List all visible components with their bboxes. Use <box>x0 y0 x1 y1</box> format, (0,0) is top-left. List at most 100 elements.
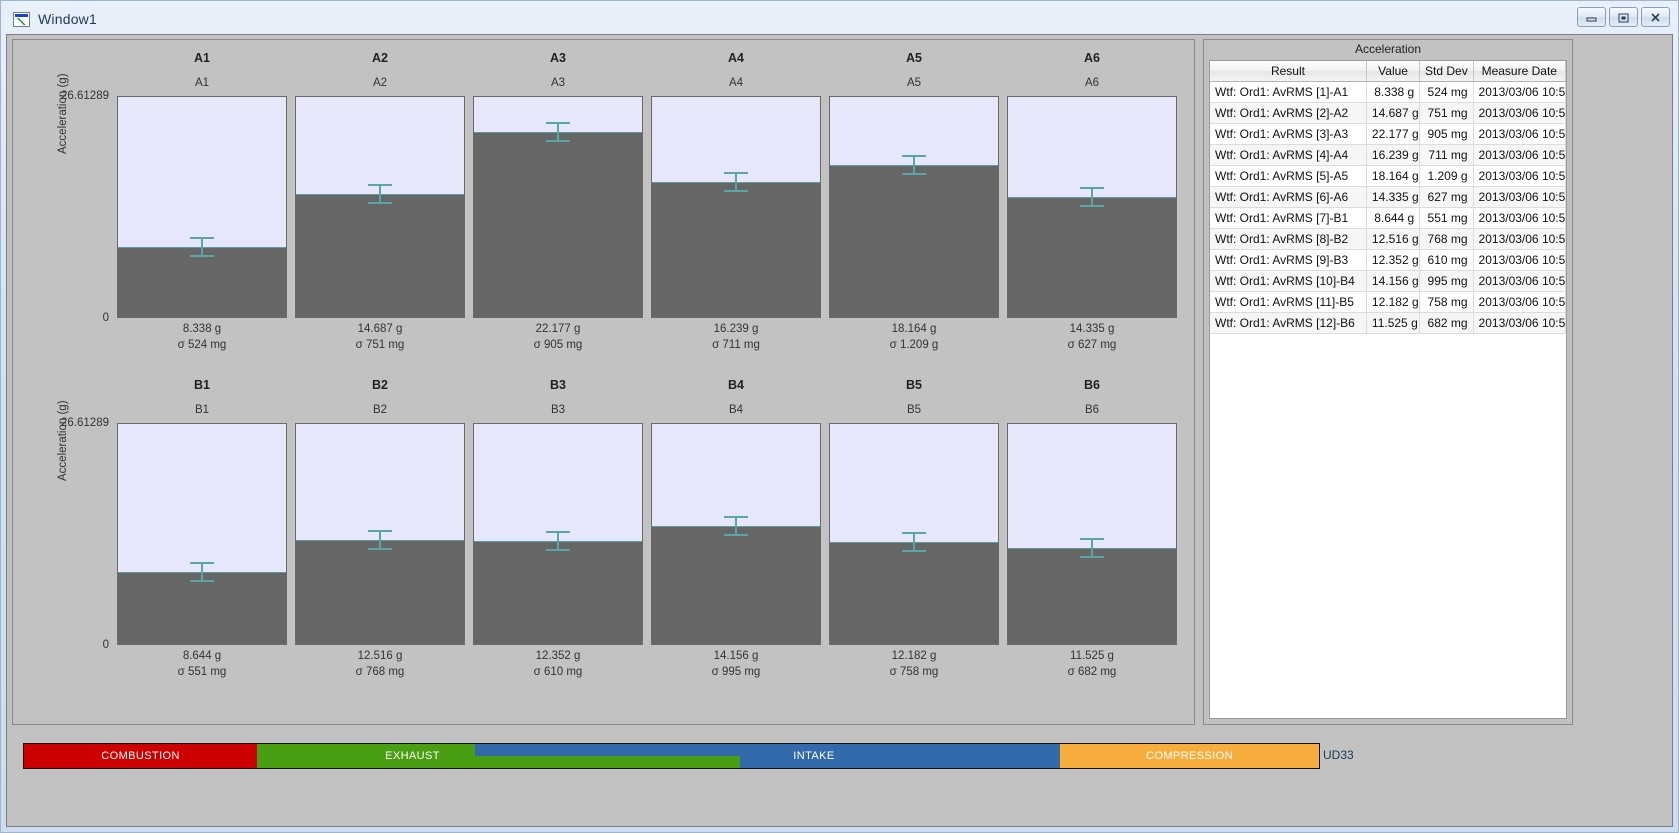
phase-segment-exhaust[interactable]: EXHAUST <box>257 744 568 768</box>
cell-value: 8.644 g <box>1366 207 1421 229</box>
title-bar[interactable]: Window1 <box>1 1 1678 37</box>
gauge-subtitle: A1 <box>194 77 210 89</box>
close-button[interactable] <box>1641 7 1670 27</box>
gauge-error-bar <box>724 516 748 536</box>
gauge-value-label: 8.644 g <box>182 650 222 662</box>
phase-segment-label: COMPRESSION <box>1146 750 1233 762</box>
gauge-a3[interactable]: A3 A3 22.177 g σ 905 mg <box>469 44 647 364</box>
gauge-bar-fill <box>830 165 998 317</box>
gauge-value-label: 22.177 g <box>535 323 581 335</box>
gauge-a4[interactable]: A4 A4 16.239 g σ 711 mg <box>647 44 825 364</box>
cell-result: Wtf: Ord1: AvRMS [6]-A6 <box>1210 186 1367 208</box>
gauge-a1[interactable]: A1 A1 8.338 g σ 524 mg <box>113 44 291 364</box>
gauge-b6[interactable]: B6 B6 11.525 g σ 682 mg <box>1003 371 1181 691</box>
column-header-measure-date[interactable]: Measure Date <box>1473 61 1566 82</box>
table-row[interactable]: Wtf: Ord1: AvRMS [11]-B5 12.182 g 758 mg 20… <box>1210 291 1566 313</box>
cell-std-dev: 551 mg <box>1419 207 1474 229</box>
gauge-plot-area[interactable] <box>651 96 821 318</box>
gauge-plot-area[interactable] <box>1007 423 1177 645</box>
gauge-error-bar <box>1080 538 1104 558</box>
cell-std-dev: 758 mg <box>1419 291 1474 313</box>
table-row[interactable]: Wtf: Ord1: AvRMS [9]-B3 12.352 g 610 mg 201… <box>1210 249 1566 271</box>
cell-std-dev: 711 mg <box>1419 144 1474 166</box>
cell-std-dev: 768 mg <box>1419 228 1474 250</box>
gauge-b2[interactable]: B2 B2 12.516 g σ 768 mg <box>291 371 469 691</box>
gauge-plot-area[interactable] <box>473 96 643 318</box>
phase-segment-compression[interactable]: COMPRESSION <box>1059 744 1319 768</box>
phase-segment-intake[interactable]: INTAKE <box>567 744 1060 768</box>
gauge-subtitle: A5 <box>906 77 922 89</box>
restore-icon <box>1618 13 1629 22</box>
column-header-result[interactable]: Result <box>1210 61 1367 82</box>
table-row[interactable]: Wtf: Ord1: AvRMS [12]-B6 11.525 g 682 mg 20… <box>1210 312 1566 334</box>
column-header-value[interactable]: Value <box>1366 61 1421 82</box>
phase-overlap-intake-upper <box>474 744 568 756</box>
gauge-row-b: 26.61289 0 Acceleration (g) B1 B1 8.644 g σ… <box>13 371 1194 691</box>
gauge-a2[interactable]: A2 A2 14.687 g σ 751 mg <box>291 44 469 364</box>
gauge-bar-fill <box>296 540 464 644</box>
table-row[interactable]: Wtf: Ord1: AvRMS [10]-B4 14.156 g 995 mg 20… <box>1210 270 1566 292</box>
table-row[interactable]: Wtf: Ord1: AvRMS [3]-A3 22.177 g 905 mg 201… <box>1210 123 1566 145</box>
y-axis-row-a: 26.61289 0 Acceleration (g) <box>13 44 113 364</box>
column-header-std-dev[interactable]: Std Dev <box>1419 61 1474 82</box>
gauge-plot-area[interactable] <box>473 423 643 645</box>
gauge-subtitle: A3 <box>550 77 566 89</box>
table-row[interactable]: Wtf: Ord1: AvRMS [7]-B1 8.644 g 551 mg 2013… <box>1210 207 1566 229</box>
gauge-b4[interactable]: B4 B4 14.156 g σ 995 mg <box>647 371 825 691</box>
cell-result: Wtf: Ord1: AvRMS [4]-A4 <box>1210 144 1367 166</box>
gauge-value-label: 12.516 g <box>357 650 403 662</box>
y-axis-title: Acceleration (g) <box>57 73 69 154</box>
gauge-b5[interactable]: B5 B5 12.182 g σ 758 mg <box>825 371 1003 691</box>
cell-value: 22.177 g <box>1366 123 1421 145</box>
gauge-error-bar <box>368 184 392 204</box>
table-row[interactable]: Wtf: Ord1: AvRMS [2]-A2 14.687 g 751 mg 201… <box>1210 102 1566 124</box>
gauge-plot-area[interactable] <box>295 423 465 645</box>
table-row[interactable]: Wtf: Ord1: AvRMS [1]-A1 8.338 g 524 mg 2013… <box>1210 81 1566 103</box>
results-grid-wrapper[interactable]: Result Value Std Dev Measure Date Wtf: O… <box>1209 60 1567 719</box>
cell-std-dev: 627 mg <box>1419 186 1474 208</box>
gauge-subtitle: A2 <box>372 77 388 89</box>
cell-value: 14.335 g <box>1366 186 1421 208</box>
cell-value: 11.525 g <box>1366 312 1421 334</box>
gauge-value-label: 12.352 g <box>535 650 581 662</box>
table-row[interactable]: Wtf: Ord1: AvRMS [5]-A5 18.164 g 1.209 g 20… <box>1210 165 1566 187</box>
gauge-sigma-label: σ 768 mg <box>355 666 405 678</box>
results-panel: Acceleration Result Value Std Dev Measur… <box>1203 39 1573 725</box>
chart-panel: 26.61289 0 Acceleration (g) A1 A1 8.338 g σ… <box>12 39 1195 725</box>
gauge-a5[interactable]: A5 A5 18.164 g σ 1.209 g <box>825 44 1003 364</box>
table-row[interactable]: Wtf: Ord1: AvRMS [8]-B2 12.516 g 768 mg 201… <box>1210 228 1566 250</box>
gauge-plot-area[interactable] <box>295 96 465 318</box>
phase-segment-combustion[interactable]: COMBUSTION <box>24 744 258 768</box>
cell-measure-date: 2013/03/06 10:55:47 <box>1473 102 1566 124</box>
y-axis-min-label: 0 <box>102 312 109 324</box>
gauge-plot-area[interactable] <box>117 423 287 645</box>
cell-measure-date: 2013/03/06 10:55:47 <box>1473 270 1566 292</box>
gauge-plot-area[interactable] <box>829 96 999 318</box>
gauge-a6[interactable]: A6 A6 14.335 g σ 627 mg <box>1003 44 1181 364</box>
table-row[interactable]: Wtf: Ord1: AvRMS [6]-A6 14.335 g 627 mg 201… <box>1210 186 1566 208</box>
gauge-title: A6 <box>1084 51 1100 65</box>
gauge-bar-fill <box>474 541 642 644</box>
cell-measure-date: 2013/03/06 10:55:47 <box>1473 291 1566 313</box>
cell-value: 8.338 g <box>1366 81 1421 103</box>
cell-result: Wtf: Ord1: AvRMS [10]-B4 <box>1210 270 1367 292</box>
gauge-b1[interactable]: B1 B1 8.644 g σ 551 mg <box>113 371 291 691</box>
gauge-b3[interactable]: B3 B3 12.352 g σ 610 mg <box>469 371 647 691</box>
cell-value: 12.516 g <box>1366 228 1421 250</box>
table-row[interactable]: Wtf: Ord1: AvRMS [4]-A4 16.239 g 711 mg 201… <box>1210 144 1566 166</box>
cell-std-dev: 524 mg <box>1419 81 1474 103</box>
gauge-plot-area[interactable] <box>117 96 287 318</box>
application-window: Window1 26.61289 0 Acceleration (g) A1 A… <box>0 0 1679 833</box>
gauge-sigma-label: σ 1.209 g <box>889 339 939 351</box>
gauge-error-bar <box>190 562 214 582</box>
gauge-error-bar <box>546 122 570 142</box>
cell-std-dev: 610 mg <box>1419 249 1474 271</box>
gauge-plot-area[interactable] <box>1007 96 1177 318</box>
phase-bar: COMBUSTION EXHAUST INTAKE COMPRESSION <box>23 743 1320 769</box>
gauge-plot-area[interactable] <box>651 423 821 645</box>
gauge-plot-area[interactable] <box>829 423 999 645</box>
cell-value: 12.352 g <box>1366 249 1421 271</box>
phase-bar-end-label: UD33 <box>1323 748 1354 762</box>
minimize-button[interactable] <box>1577 7 1606 27</box>
restore-button[interactable] <box>1609 7 1638 27</box>
